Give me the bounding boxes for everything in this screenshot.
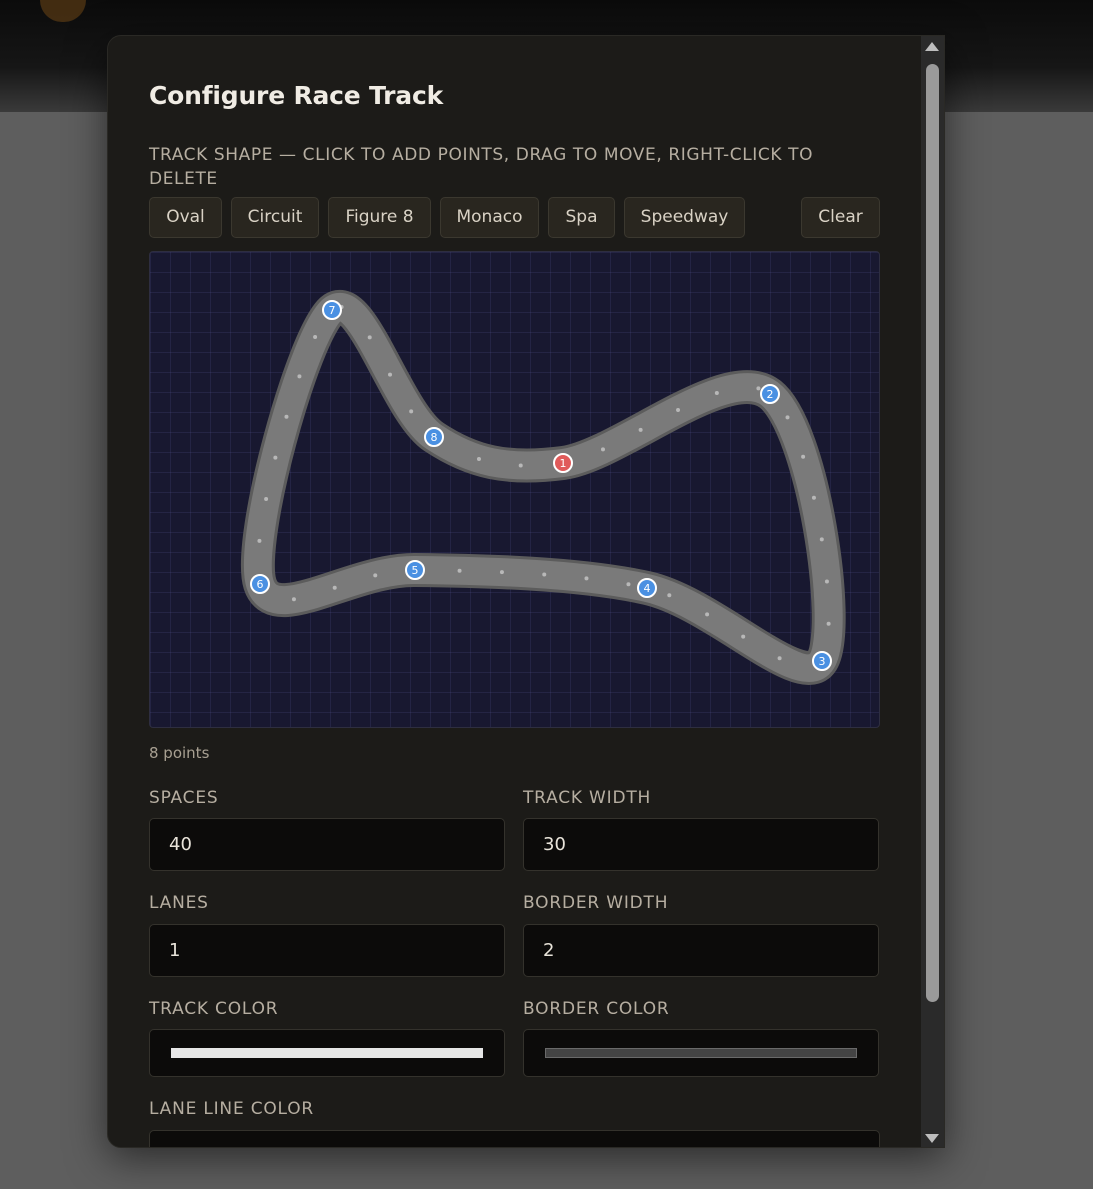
points-count: 8 points — [149, 744, 210, 762]
track-point-4[interactable]: 4 — [637, 578, 657, 598]
preset-buttons: Oval Circuit Figure 8 Monaco Spa Speedwa… — [149, 197, 880, 239]
track-point-8[interactable]: 8 — [424, 427, 444, 447]
lane-line-color-label: Lane Line Color — [149, 1099, 315, 1119]
track-space-dot — [826, 621, 831, 626]
border-width-input[interactable]: 2 — [523, 924, 879, 977]
track-border — [240, 290, 846, 685]
track-point-6[interactable]: 6 — [250, 574, 270, 594]
configure-track-modal: Configure Race Track Track Shape — Click… — [107, 35, 945, 1148]
track-space-dot — [476, 456, 481, 461]
track-point-label: 6 — [257, 578, 264, 591]
track-space-dot — [756, 386, 761, 391]
track-color-swatch — [171, 1048, 483, 1058]
track-space-dot — [409, 409, 414, 414]
track-space-dot — [801, 454, 806, 459]
track-space-dot — [819, 537, 824, 542]
track-width-label: Track Width — [523, 788, 652, 808]
track-color-picker[interactable] — [149, 1029, 505, 1077]
track-spaces — [257, 305, 831, 667]
track-space-dot — [626, 582, 631, 587]
track-point-label: 3 — [819, 655, 826, 668]
track-space-dot — [542, 572, 547, 577]
track-space-dot — [332, 585, 337, 590]
preset-oval-button[interactable]: Oval — [149, 197, 222, 238]
track-point-2[interactable]: 2 — [760, 384, 780, 404]
track-space-dot — [388, 372, 393, 377]
track-point-3[interactable]: 3 — [812, 651, 832, 671]
track-point-label: 4 — [644, 582, 651, 595]
track-space-dot — [367, 335, 372, 340]
track-space-dot — [667, 593, 672, 598]
track-space-dot — [313, 334, 318, 339]
lane-line-color-picker[interactable] — [149, 1130, 880, 1147]
track-space-dot — [257, 538, 262, 543]
track-surface — [243, 293, 843, 682]
track-point-7[interactable]: 7 — [322, 300, 342, 320]
track-editor-canvas[interactable]: 1 2 3 4 5 6 7 8 — [149, 251, 880, 728]
track-point-1[interactable]: 1 — [553, 453, 573, 473]
track-space-dot — [785, 415, 790, 420]
spaces-label: Spaces — [149, 788, 219, 808]
track-points: 1 2 3 4 5 6 7 8 — [250, 300, 832, 671]
track-space-dot — [499, 570, 504, 575]
background-logo — [40, 0, 86, 22]
scroll-up-arrow-icon[interactable] — [925, 42, 939, 51]
track-space-dot — [741, 634, 746, 639]
scroll-down-arrow-icon[interactable] — [925, 1134, 939, 1143]
track-space-dot — [638, 427, 643, 432]
track-space-dot — [705, 612, 710, 617]
lanes-input[interactable]: 1 — [149, 924, 505, 977]
scrollbar-thumb[interactable] — [926, 64, 939, 1002]
track-space-dot — [811, 495, 816, 500]
track-space-dot — [273, 455, 278, 460]
border-color-swatch — [545, 1048, 857, 1058]
clear-button[interactable]: Clear — [801, 197, 880, 238]
track-width-input[interactable]: 30 — [523, 818, 879, 871]
border-color-label: Border Color — [523, 999, 670, 1019]
track-point-label: 2 — [767, 388, 774, 401]
preset-figure8-button[interactable]: Figure 8 — [328, 197, 431, 238]
track-space-dot — [600, 447, 605, 452]
preset-circuit-button[interactable]: Circuit — [231, 197, 319, 238]
track-space-dot — [284, 414, 289, 419]
preset-speedway-button[interactable]: Speedway — [624, 197, 745, 238]
modal-scrollbar[interactable] — [921, 36, 944, 1147]
track-color-label: Track Color — [149, 999, 279, 1019]
track-space-dot — [824, 579, 829, 584]
preset-spa-button[interactable]: Spa — [548, 197, 615, 238]
track-space-dot — [584, 576, 589, 581]
spaces-input[interactable]: 40 — [149, 818, 505, 871]
track-space-dot — [676, 407, 681, 412]
track-space-dot — [714, 390, 719, 395]
track-space-dot — [297, 374, 302, 379]
track-point-label: 7 — [329, 304, 336, 317]
track-point-label: 1 — [560, 457, 567, 470]
track-point-label: 5 — [412, 564, 419, 577]
track-space-dot — [373, 573, 378, 578]
track-space-dot — [777, 656, 782, 661]
track-space-dot — [291, 597, 296, 602]
track-drawing: 1 2 3 4 5 6 7 8 — [240, 290, 846, 685]
track-space-dot — [457, 568, 462, 573]
border-color-picker[interactable] — [523, 1029, 879, 1077]
track-shape-label: Track Shape — Click to add points, drag … — [149, 145, 814, 189]
preset-monaco-button[interactable]: Monaco — [440, 197, 539, 238]
lanes-label: Lanes — [149, 893, 209, 913]
track-space-dot — [518, 463, 523, 468]
modal-title: Configure Race Track — [149, 81, 443, 110]
track-space-dot — [264, 496, 269, 501]
border-width-label: Border Width — [523, 893, 669, 913]
track-point-label: 8 — [431, 431, 438, 444]
track-point-5[interactable]: 5 — [405, 560, 425, 580]
